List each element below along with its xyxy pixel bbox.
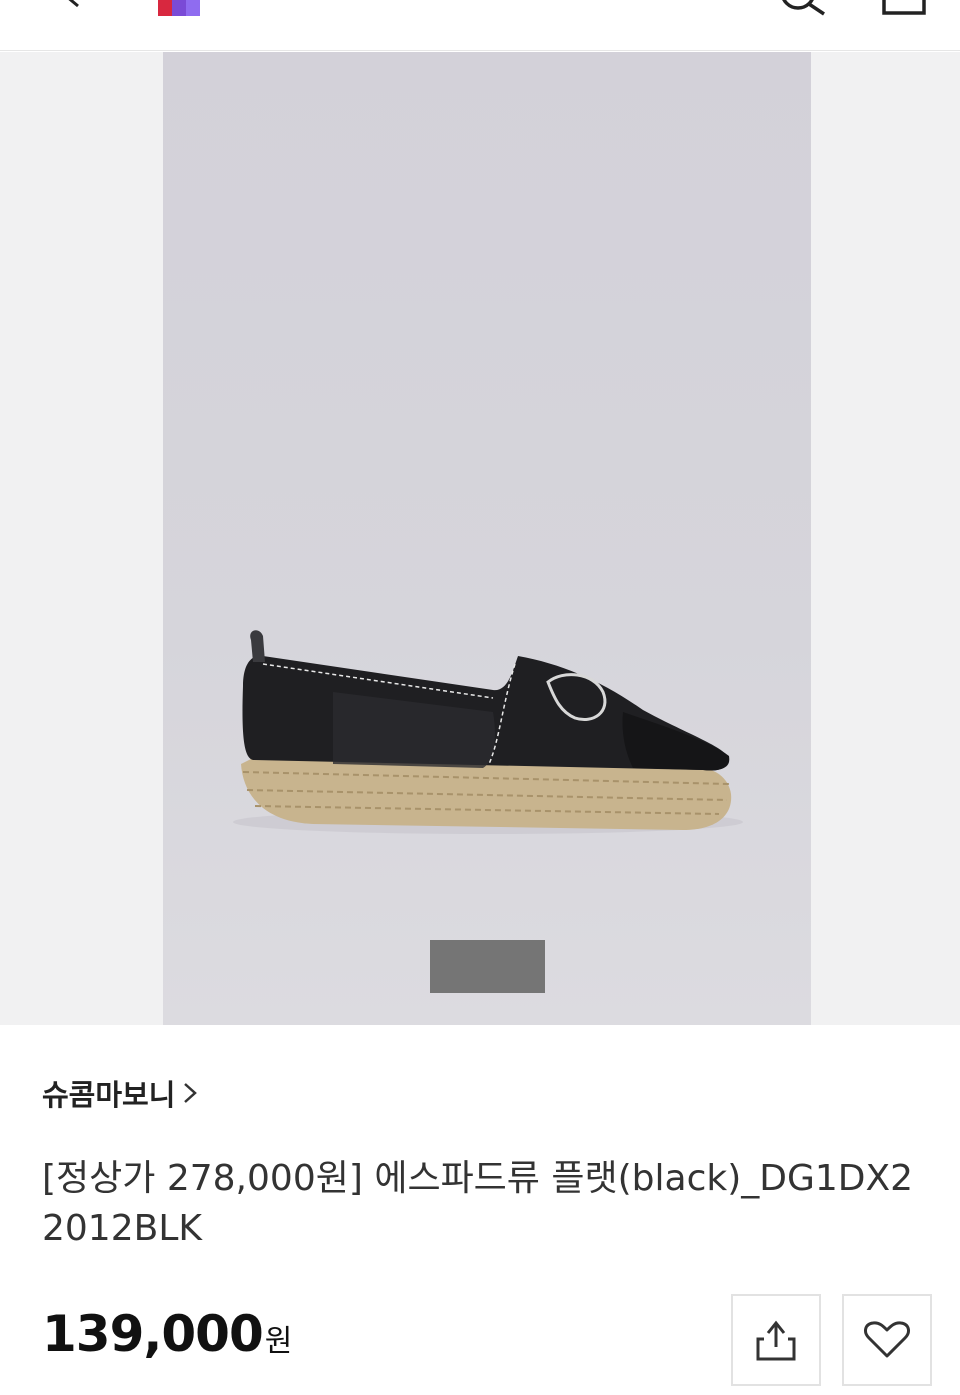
brand-name: 슈콤마보니 [42, 1078, 176, 1112]
espadrille-shoe-image [233, 630, 743, 834]
search-icon[interactable] [776, 0, 830, 16]
price-amount: 139,000 [42, 1305, 264, 1363]
back-chevron-icon[interactable] [52, 0, 88, 14]
product-photo[interactable] [163, 52, 811, 1025]
heart-icon [864, 1321, 910, 1358]
like-button[interactable] [842, 1294, 932, 1386]
share-icon [756, 1320, 796, 1361]
top-app-bar [0, 0, 960, 51]
brand-logo-icon[interactable] [158, 0, 200, 16]
price-currency: 원 [264, 1324, 293, 1359]
gallery-page-indicator [430, 940, 545, 993]
chevron-right-icon [184, 1083, 198, 1103]
share-button[interactable] [731, 1294, 821, 1386]
product-price: 139,000 원 [42, 1305, 292, 1363]
product-title: [정상가 278,000원] 에스파드류 플랫(black)_DG1DX2201… [42, 1158, 914, 1249]
product-image-gallery[interactable] [0, 52, 960, 1025]
brand-link[interactable]: 슈콤마보니 [42, 1072, 199, 1114]
cart-icon[interactable] [878, 0, 930, 16]
